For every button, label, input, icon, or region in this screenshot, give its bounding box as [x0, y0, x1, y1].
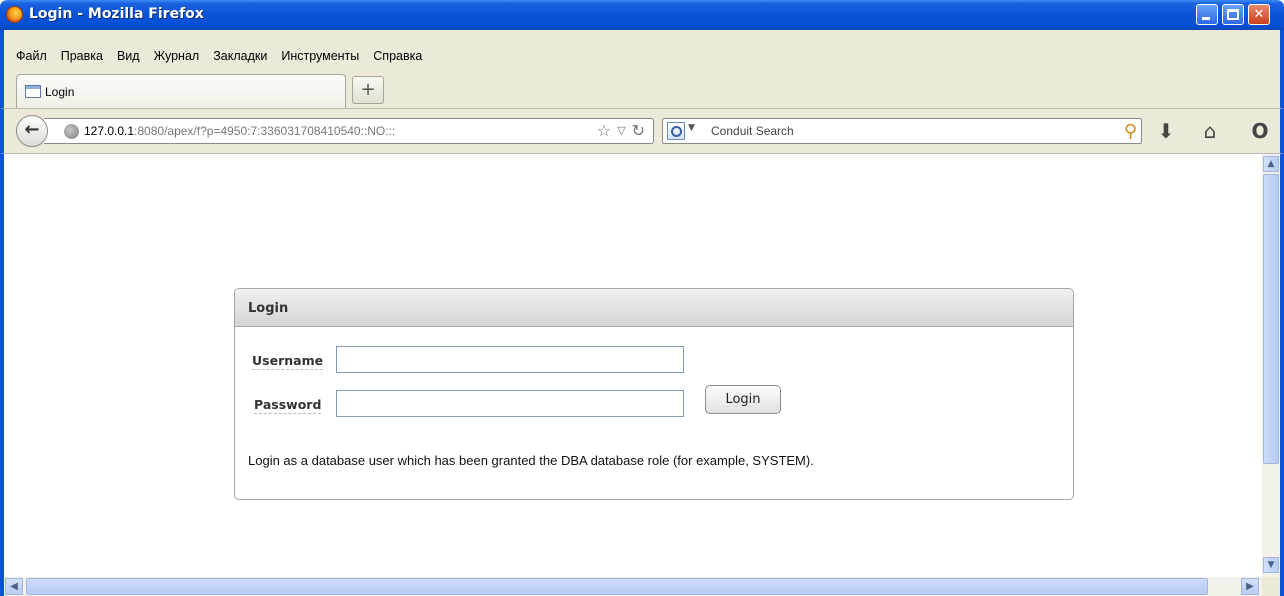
vertical-scroll-thumb[interactable] [1263, 174, 1279, 464]
search-engine-icon[interactable] [667, 122, 685, 140]
login-hint-text: Login as a database user which has been … [248, 453, 814, 468]
menu-file[interactable]: Файл [16, 49, 47, 63]
maximize-icon [1227, 9, 1239, 20]
tab-label: Login [45, 85, 75, 99]
password-input[interactable] [336, 390, 684, 417]
search-icon[interactable]: ⚲ [1124, 121, 1137, 142]
page-content: Login Username Password Login Login as a… [4, 154, 1262, 577]
url-bar-icons: ☆ ▽ ↻ [597, 121, 645, 141]
home-icon[interactable]: ⌂ [1198, 119, 1222, 143]
globe-icon[interactable] [64, 124, 79, 139]
page-icon [25, 85, 41, 98]
dropdown-arrow-icon[interactable]: ▽ [617, 121, 625, 141]
url-text[interactable]: 127.0.0.1:8080/apex/f?p=4950:7:336031708… [84, 124, 395, 138]
horizontal-scrollbar[interactable]: ◀ ▶ [4, 577, 1262, 596]
search-input[interactable]: Conduit Search [711, 124, 794, 138]
chevron-down-icon[interactable]: ▼ [688, 123, 695, 133]
scroll-up-icon[interactable]: ▲ [1263, 156, 1279, 172]
menu-items: Файл Правка Вид Журнал Закладки Инструме… [16, 49, 422, 63]
login-region-header: Login [235, 289, 1073, 327]
resize-grip-icon[interactable] [1262, 577, 1280, 596]
reload-icon[interactable]: ↻ [632, 121, 645, 141]
horizontal-scroll-thumb[interactable] [26, 578, 1208, 595]
maximize-button[interactable] [1222, 4, 1244, 25]
new-tab-button[interactable]: + [352, 76, 384, 104]
firefox-logo-icon [6, 6, 23, 23]
back-button[interactable]: ← [16, 115, 48, 147]
minimize-icon [1202, 17, 1210, 20]
download-icon[interactable]: ⬇ [1154, 119, 1178, 143]
menu-bookmarks[interactable]: Закладки [213, 49, 267, 63]
scroll-right-icon[interactable]: ▶ [1241, 578, 1259, 595]
login-button[interactable]: Login [705, 385, 781, 414]
back-arrow-icon: ← [24, 119, 40, 140]
search-bar[interactable]: ▼ Conduit Search ⚲ [662, 118, 1142, 144]
menu-bar: Файл Правка Вид Журнал Закладки Инструме… [0, 30, 1284, 66]
window-titlebar[interactable]: Login - Mozilla Firefox ✕ [0, 0, 1284, 30]
addon-ring-icon[interactable]: O [1248, 119, 1272, 143]
menu-help[interactable]: Справка [373, 49, 422, 63]
minimize-button[interactable] [1196, 4, 1218, 25]
window-frame-right [1280, 154, 1284, 596]
url-bar[interactable]: 127.0.0.1:8080/apex/f?p=4950:7:336031708… [44, 118, 654, 144]
scroll-left-icon[interactable]: ◀ [5, 578, 23, 595]
menu-edit[interactable]: Правка [61, 49, 103, 63]
login-region-title: Login [248, 301, 289, 316]
tab-login[interactable]: Login [16, 74, 346, 108]
tab-strip: Login + [0, 66, 1284, 108]
close-icon: ✕ [1253, 7, 1265, 22]
menu-tools[interactable]: Инструменты [281, 49, 359, 63]
vertical-scrollbar[interactable]: ▲ ▼ [1262, 154, 1280, 577]
url-host: 127.0.0.1 [84, 124, 135, 138]
menu-view[interactable]: Вид [117, 49, 140, 63]
navigation-bar: 127.0.0.1:8080/apex/f?p=4950:7:336031708… [0, 108, 1284, 154]
login-region: Login Username Password Login Login as a… [234, 288, 1074, 500]
url-path: :8080/apex/f?p=4950:7:336031708410540::N… [134, 124, 396, 138]
username-input[interactable] [336, 346, 684, 373]
window-title: Login - Mozilla Firefox [29, 6, 204, 22]
password-label: Password [254, 397, 322, 414]
star-icon[interactable]: ☆ [597, 121, 611, 141]
scroll-down-icon[interactable]: ▼ [1263, 557, 1279, 573]
username-label: Username [252, 353, 324, 370]
close-button[interactable]: ✕ [1248, 4, 1270, 25]
menu-history[interactable]: Журнал [154, 49, 200, 63]
